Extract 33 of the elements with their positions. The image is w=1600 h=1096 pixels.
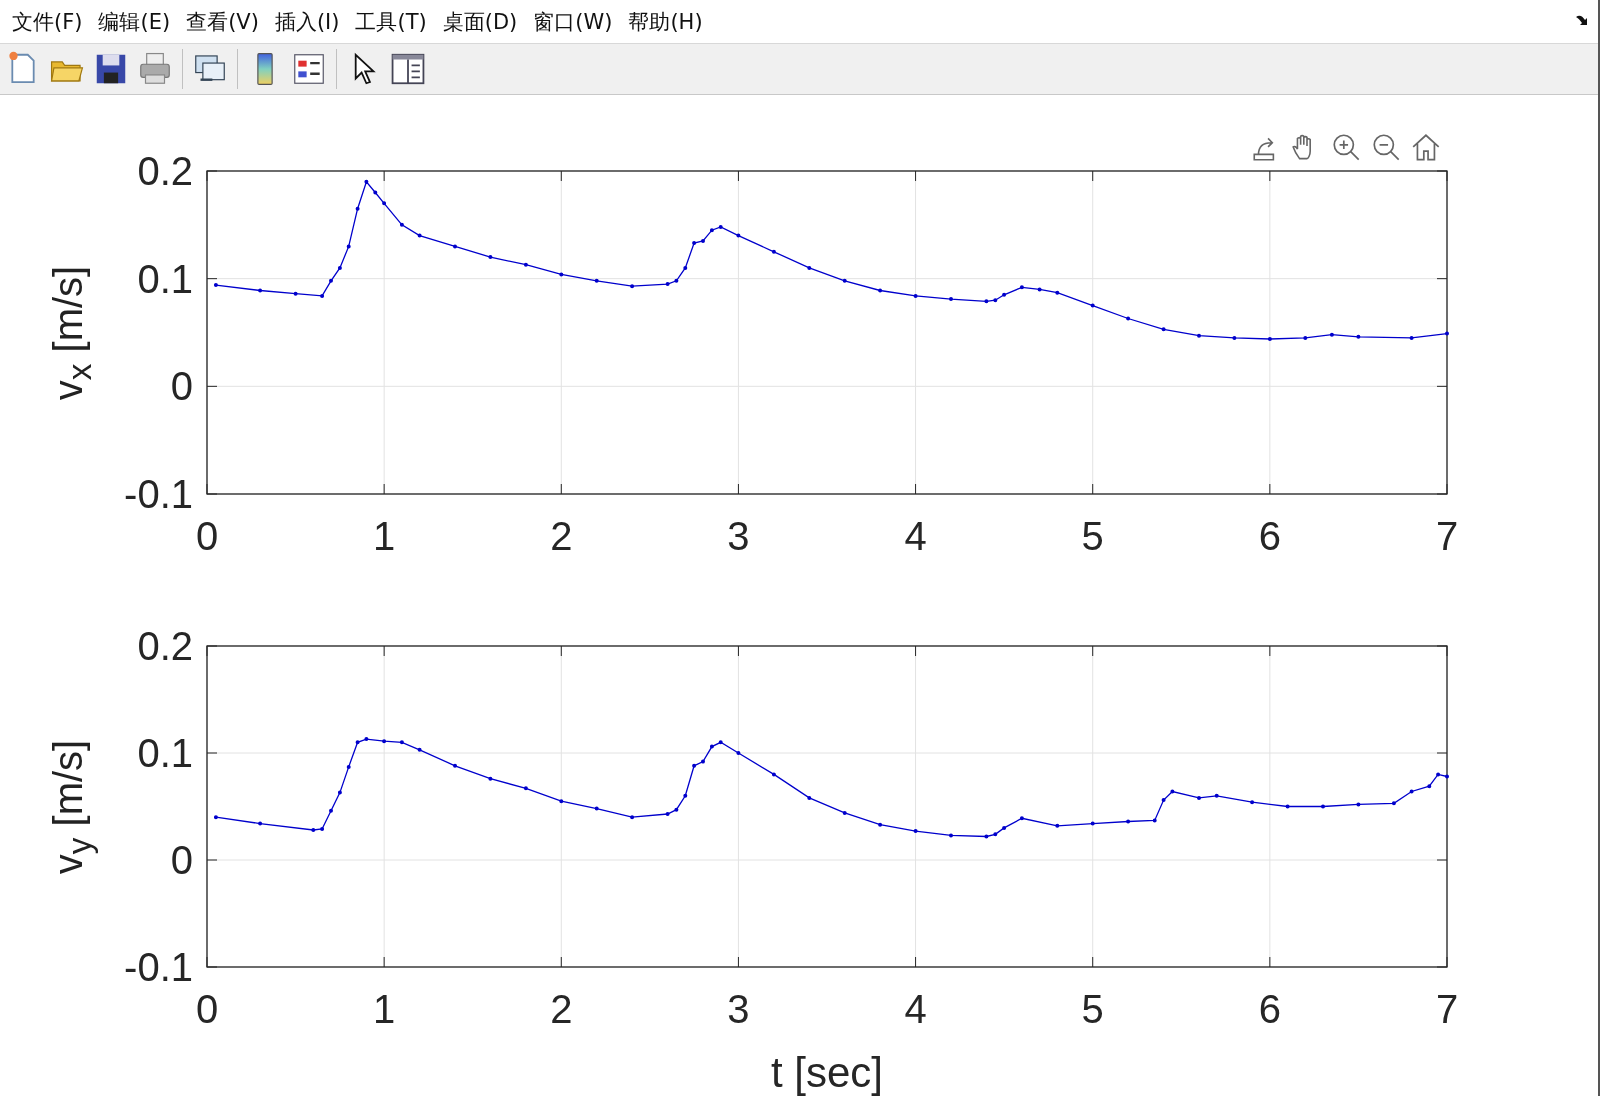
menu-item[interactable]: 插入(I) — [266, 7, 348, 36]
tick-label: 0.1 — [137, 256, 193, 301]
tick-label: 4 — [904, 987, 927, 1031]
tick-label: 0 — [195, 514, 219, 558]
tick-label: 0.2 — [137, 149, 193, 193]
tick-label: -0.1 — [124, 472, 193, 516]
tick-label: 3 — [727, 987, 750, 1031]
menu-item[interactable]: 工具(T) — [347, 7, 435, 36]
menu-item[interactable]: 桌面(D) — [434, 7, 526, 36]
tick-label: 0 — [170, 838, 193, 882]
tick-label: 6 — [1258, 514, 1281, 558]
tick-label: 0 — [195, 987, 219, 1031]
tick-label: 7 — [1435, 987, 1459, 1031]
tick-label: 4 — [904, 514, 927, 558]
tick-label: -0.1 — [124, 945, 193, 989]
menu-item[interactable]: 查看(V) — [178, 7, 267, 36]
menu-item[interactable]: 编辑(E) — [90, 7, 179, 36]
tick-label: 3 — [727, 514, 750, 558]
tick-label: 6 — [1258, 987, 1281, 1031]
menu-item[interactable]: 文件(F) — [4, 7, 91, 36]
tick-label: 2 — [550, 514, 573, 558]
tick-label: 0.1 — [137, 731, 193, 775]
tick-label: 5 — [1081, 514, 1104, 558]
tick-label: 2 — [550, 987, 573, 1031]
tick-label: 1 — [373, 514, 396, 558]
tick-label: 0 — [170, 364, 193, 409]
tick-label: 1 — [373, 987, 396, 1031]
menu-item[interactable]: 窗口(W) — [525, 7, 621, 36]
tick-label: 7 — [1435, 514, 1459, 558]
menu-item[interactable]: 帮助(H) — [620, 7, 711, 36]
x-axis-label: t [sec] — [771, 1049, 883, 1096]
tick-label: 0.2 — [137, 624, 193, 668]
tick-label: 5 — [1081, 987, 1104, 1031]
